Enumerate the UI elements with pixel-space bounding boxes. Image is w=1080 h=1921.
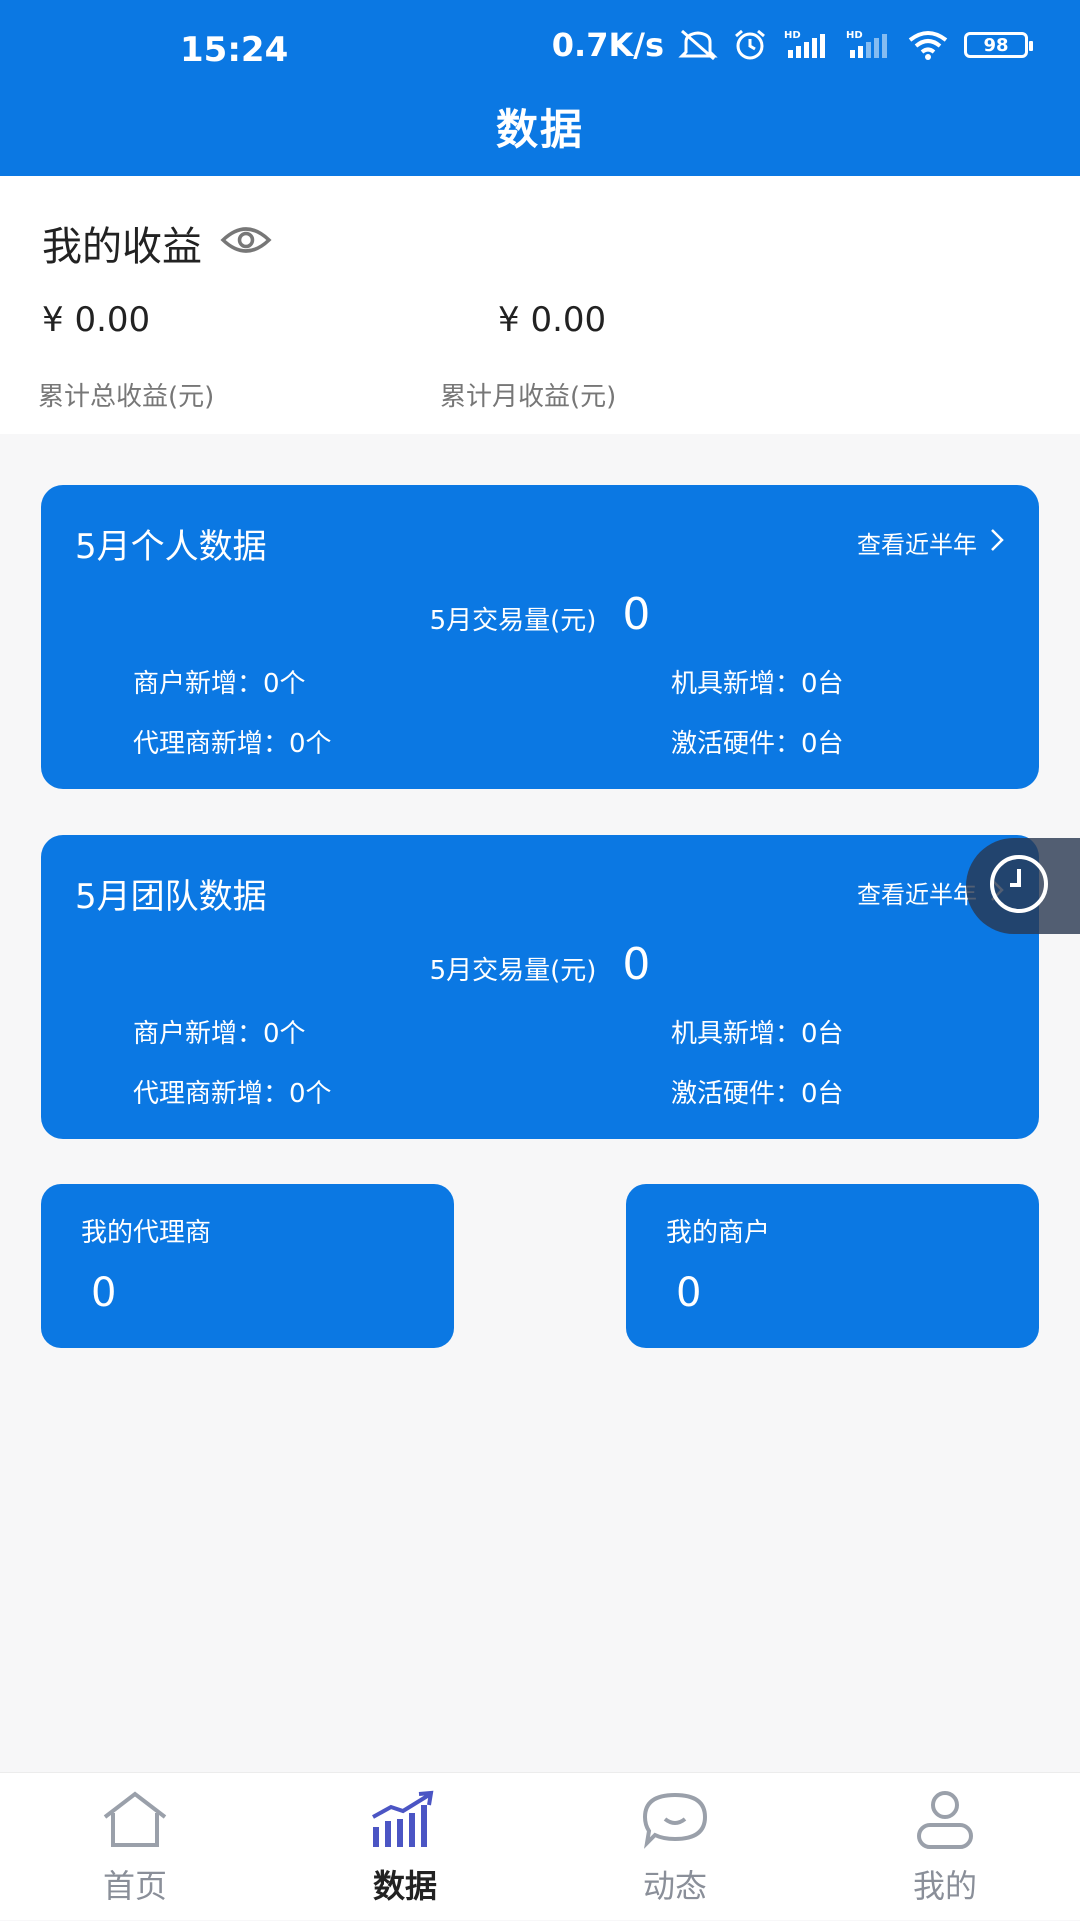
chevron-right-icon <box>989 527 1005 559</box>
network-speed: 0.7K/s <box>551 26 664 64</box>
chat-bubble-icon <box>639 1789 711 1855</box>
my-merchants-value: 0 <box>676 1270 702 1316</box>
team-machine-new: 机具新增：0台 <box>671 1019 844 1049</box>
mute-icon <box>678 28 718 62</box>
nav-dynamics[interactable]: 动态 <box>540 1773 810 1921</box>
eye-icon[interactable] <box>220 220 272 266</box>
total-earnings-label: 累计总收益(元) <box>38 382 215 412</box>
my-agents-card[interactable]: 我的代理商 0 <box>41 1184 454 1348</box>
team-volume-label: 5月交易量(元) <box>429 956 597 986</box>
signal-icon-2: HD <box>844 28 892 62</box>
nav-home[interactable]: 首页 <box>0 1773 270 1921</box>
alarm-icon <box>732 28 768 62</box>
battery-icon: 98 <box>964 32 1033 58</box>
personal-data-card: 5月个人数据 查看近半年 5月交易量(元) 0 商户新增：0个 机具新增：0台 … <box>41 485 1039 789</box>
personal-volume-value: 0 <box>622 589 651 640</box>
personal-half-year-link[interactable]: 查看近半年 <box>857 525 1005 560</box>
svg-text:HD: HD <box>846 30 863 41</box>
team-link-text: 查看近半年 <box>857 881 977 909</box>
personal-merchant-new: 商户新增：0个 <box>133 669 306 699</box>
team-hardware-activated: 激活硬件：0台 <box>671 1079 844 1109</box>
team-card-title: 5月团队数据 <box>75 877 267 917</box>
my-merchants-card[interactable]: 我的商户 0 <box>626 1184 1039 1348</box>
page-title: 数据 <box>495 105 584 154</box>
svg-text:HD: HD <box>784 30 801 41</box>
bottom-nav: 首页 数据 动态 我的 <box>0 1772 1080 1920</box>
team-data-card: 5月团队数据 查看近半年 5月交易量(元) 0 商户新增：0个 机具新增：0台 … <box>41 835 1039 1139</box>
status-bar-right: 0.7K/s HD HD 98 <box>551 26 1033 64</box>
personal-machine-new: 机具新增：0台 <box>671 669 844 699</box>
nav-mine[interactable]: 我的 <box>810 1773 1080 1921</box>
personal-volume-label: 5月交易量(元) <box>429 606 597 636</box>
nav-data-label: 数据 <box>372 1867 437 1905</box>
nav-home-label: 首页 <box>102 1867 167 1905</box>
chart-icon <box>369 1789 441 1855</box>
team-merchant-new: 商户新增：0个 <box>133 1019 306 1049</box>
nav-mine-label: 我的 <box>912 1867 977 1905</box>
status-time: 15:24 <box>180 30 289 70</box>
month-earnings-value: ¥ 0.00 <box>498 300 607 340</box>
month-earnings-label: 累计月收益(元) <box>440 382 617 412</box>
my-agents-title: 我的代理商 <box>81 1218 212 1248</box>
earnings-title: 我的收益 <box>42 214 272 272</box>
signal-icon-1: HD <box>782 28 830 62</box>
user-icon <box>909 1789 981 1855</box>
earnings-title-text: 我的收益 <box>42 224 202 270</box>
team-agent-new: 代理商新增：0个 <box>133 1079 332 1109</box>
floating-clock-button[interactable] <box>966 838 1080 934</box>
wifi-icon <box>906 28 950 62</box>
my-agents-value: 0 <box>91 1270 117 1316</box>
home-icon <box>99 1789 171 1855</box>
personal-link-text: 查看近半年 <box>857 531 977 559</box>
nav-data[interactable]: 数据 <box>270 1773 540 1921</box>
total-earnings-value: ¥ 0.00 <box>42 300 151 340</box>
personal-card-title: 5月个人数据 <box>75 527 267 567</box>
team-volume-value: 0 <box>622 939 651 990</box>
clock-icon <box>986 851 1052 921</box>
earnings-section: 我的收益 ¥ 0.00 ¥ 0.00 累计总收益(元) 累计月收益(元) <box>0 176 1080 434</box>
personal-hardware-activated: 激活硬件：0台 <box>671 729 844 759</box>
team-volume: 5月交易量(元) 0 <box>41 939 1039 990</box>
nav-dynamics-label: 动态 <box>642 1867 707 1905</box>
top-header: 15:24 0.7K/s HD HD 98 数据 <box>0 0 1080 176</box>
my-merchants-title: 我的商户 <box>666 1218 771 1248</box>
personal-agent-new: 代理商新增：0个 <box>133 729 332 759</box>
personal-volume: 5月交易量(元) 0 <box>41 589 1039 640</box>
